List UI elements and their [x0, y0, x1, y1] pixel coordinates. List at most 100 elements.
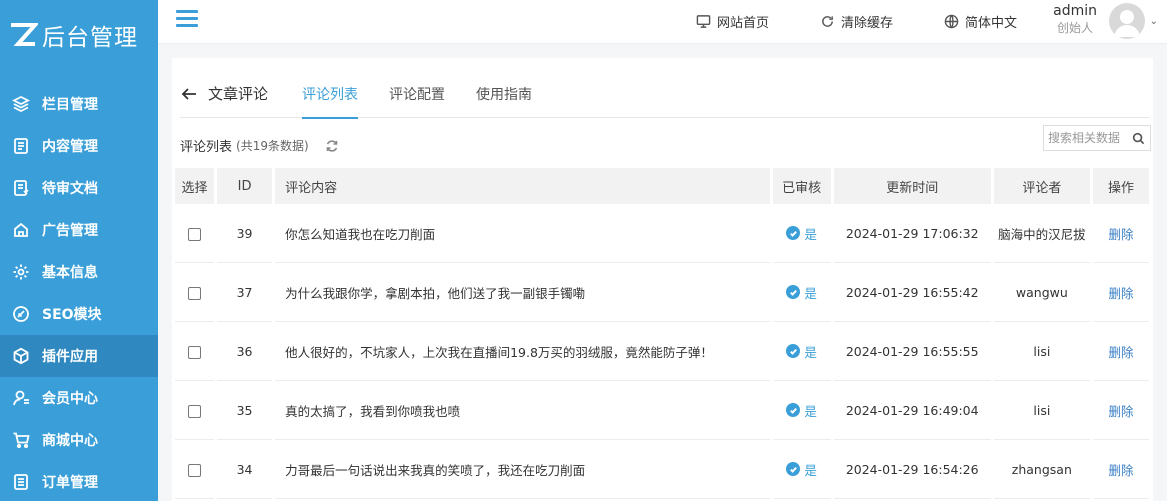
- avatar-person-icon: [1114, 10, 1140, 37]
- comments-table: 选择 ID 评论内容 已审核 更新时间 评论者 操作 39 你怎么知道我也在吃刀削…: [172, 168, 1152, 499]
- logo-text: 后台管理: [42, 25, 138, 51]
- user-role: 创始人: [1057, 21, 1094, 35]
- sidebar-item-1[interactable]: 内容管理: [0, 125, 158, 167]
- language-label: 简体中文: [965, 16, 1018, 31]
- col-action: 操作: [1092, 168, 1149, 204]
- top-bar: 网站首页 清除缓存 简体中文 admin 创始人 ⌄: [158, 0, 1167, 44]
- user-info[interactable]: admin 创始人: [1053, 3, 1097, 37]
- row-id: 35: [217, 381, 273, 440]
- table-row: 36 他人很好的，不坑家人，上次我在直播间19.8万买的羽绒服，竟然能防子弹！ 是 2…: [175, 322, 1149, 381]
- monitor-icon: [696, 15, 711, 28]
- row-content: 你怎么知道我也在吃刀削面: [275, 204, 770, 263]
- layers-icon: [12, 95, 30, 113]
- row-content: 他人很好的，不坑家人，上次我在直播间19.8万买的羽绒服，竟然能防子弹！: [275, 322, 770, 381]
- row-author: lisi: [993, 322, 1090, 381]
- refresh-icon[interactable]: [325, 139, 339, 153]
- refresh-icon: [822, 16, 833, 27]
- row-updated-time: 2024-01-29 16:54:26: [833, 440, 991, 499]
- row-action-cell: 删除: [1092, 322, 1149, 381]
- seo-icon: [12, 305, 30, 323]
- delete-link[interactable]: 删除: [1108, 227, 1133, 242]
- globe-icon: [944, 14, 959, 29]
- avatar[interactable]: [1109, 3, 1145, 39]
- approved-label: 是: [804, 344, 817, 360]
- sidebar-item-label: 内容管理: [42, 139, 98, 155]
- content-card: 文章评论 评论列表 评论配置 使用指南 评论列表 (共19条数据) 选择 ID …: [172, 58, 1153, 501]
- home-link-label: 网站首页: [717, 16, 770, 31]
- row-action-cell: 删除: [1092, 263, 1149, 322]
- sidebar-item-2[interactable]: 待审文档: [0, 167, 158, 209]
- tab-usage-guide[interactable]: 使用指南: [476, 70, 532, 118]
- row-select-cell: [175, 263, 215, 322]
- row-approved-cell: 是: [772, 204, 831, 263]
- row-id: 39: [217, 204, 273, 263]
- tab-comment-config[interactable]: 评论配置: [389, 70, 445, 118]
- row-approved-cell: 是: [772, 322, 831, 381]
- sidebar-item-label: 插件应用: [42, 349, 98, 365]
- chevron-down-icon[interactable]: ⌄: [1150, 16, 1158, 27]
- sidebar-item-9[interactable]: 订单管理: [0, 461, 158, 501]
- table-row: 39 你怎么知道我也在吃刀削面 是 2024-01-29 17:06:32 脑海中的汉尼…: [175, 204, 1149, 263]
- sidebar-item-6[interactable]: 插件应用: [0, 335, 158, 377]
- sidebar-item-label: 商城中心: [42, 433, 98, 449]
- col-select: 选择: [175, 168, 215, 204]
- table-row: 34 力哥最后一句话说出来我真的笑喷了，我还在吃刀削面 是 2024-01-29 16…: [175, 440, 1149, 499]
- check-circle-icon: [786, 403, 801, 417]
- sidebar-item-label: 栏目管理: [42, 97, 98, 113]
- row-author: wangwu: [993, 263, 1090, 322]
- delete-link[interactable]: 删除: [1108, 404, 1133, 419]
- approved-status: 是: [786, 283, 817, 302]
- row-approved-cell: 是: [772, 263, 831, 322]
- sidebar-item-label: 广告管理: [42, 223, 98, 239]
- row-author: zhangsan: [993, 440, 1090, 499]
- row-author: 脑海中的汉尼拔: [993, 204, 1090, 263]
- search-icon[interactable]: [1132, 132, 1145, 145]
- order-icon: [12, 473, 30, 491]
- sidebar-item-8[interactable]: 商城中心: [0, 419, 158, 461]
- row-checkbox[interactable]: [188, 345, 202, 359]
- back-button[interactable]: 文章评论: [180, 83, 268, 104]
- clear-cache-label: 清除缓存: [841, 16, 894, 31]
- sidebar-item-5[interactable]: SEO模块: [0, 293, 158, 335]
- row-action-cell: 删除: [1092, 204, 1149, 263]
- delete-link[interactable]: 删除: [1108, 286, 1133, 301]
- logo[interactable]: 后台管理: [0, 0, 158, 70]
- cart-icon: [12, 431, 30, 449]
- delete-link[interactable]: 删除: [1108, 463, 1133, 478]
- sidebar-item-label: 订单管理: [42, 475, 98, 491]
- check-circle-icon: [786, 462, 801, 476]
- table-header-row: 选择 ID 评论内容 已审核 更新时间 评论者 操作: [175, 168, 1149, 204]
- row-updated-time: 2024-01-29 16:49:04: [833, 381, 991, 440]
- row-id: 37: [217, 263, 273, 322]
- gear-icon: [12, 263, 30, 281]
- approved-label: 是: [804, 462, 817, 478]
- clear-cache-link[interactable]: 清除缓存: [820, 12, 893, 31]
- menu-toggle-icon[interactable]: [176, 10, 198, 30]
- sidebar-item-3[interactable]: 广告管理: [0, 209, 158, 251]
- approved-status: 是: [786, 460, 817, 479]
- list-count: (共19条数据): [236, 139, 309, 153]
- sidebar-item-label: 会员中心: [42, 391, 98, 407]
- list-header: 评论列表 (共19条数据): [180, 136, 339, 155]
- row-checkbox[interactable]: [188, 463, 202, 477]
- logo-z-icon: [8, 22, 38, 48]
- col-author: 评论者: [993, 168, 1090, 204]
- row-checkbox[interactable]: [188, 404, 202, 418]
- sidebar-item-7[interactable]: 会员中心: [0, 377, 158, 419]
- delete-link[interactable]: 删除: [1108, 345, 1133, 360]
- home-link[interactable]: 网站首页: [696, 12, 769, 31]
- row-content: 真的太搞了，我看到你喷我也喷: [275, 381, 770, 440]
- language-switch[interactable]: 简体中文: [944, 12, 1017, 31]
- tab-comment-list[interactable]: 评论列表: [302, 70, 359, 119]
- tab-bar: 文章评论 评论列表 评论配置 使用指南: [180, 70, 1149, 119]
- sidebar-item-4[interactable]: 基本信息: [0, 251, 158, 293]
- approved-label: 是: [804, 226, 817, 242]
- search-box: [1043, 125, 1151, 151]
- row-checkbox[interactable]: [188, 227, 202, 241]
- row-checkbox[interactable]: [188, 286, 202, 300]
- row-action-cell: 删除: [1092, 440, 1149, 499]
- search-input[interactable]: [1044, 126, 1130, 150]
- sidebar-item-0[interactable]: 栏目管理: [0, 83, 158, 125]
- pending-doc-icon: [12, 179, 30, 197]
- check-circle-icon: [786, 226, 801, 240]
